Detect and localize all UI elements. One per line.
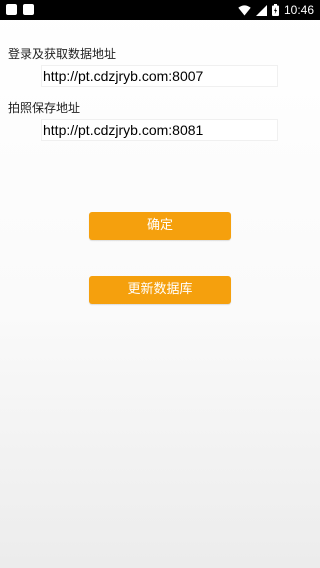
app-notification-icon bbox=[6, 4, 17, 15]
status-time: 10:46 bbox=[283, 3, 314, 17]
login-address-input[interactable] bbox=[42, 66, 277, 86]
login-address-label: 登录及获取数据地址 bbox=[8, 47, 117, 61]
wifi-icon bbox=[238, 4, 251, 16]
status-indicators: 10:46 bbox=[238, 2, 314, 18]
app-notification-icon bbox=[23, 4, 34, 15]
cellular-signal-icon bbox=[255, 4, 267, 16]
photo-save-address-label: 拍照保存地址 bbox=[8, 101, 81, 115]
status-bar: 10:46 bbox=[0, 0, 320, 20]
confirm-button[interactable]: 确定 bbox=[89, 212, 231, 240]
photo-save-address-input[interactable] bbox=[42, 120, 277, 140]
status-notifications bbox=[6, 4, 34, 15]
battery-icon bbox=[271, 4, 279, 16]
update-database-button[interactable]: 更新数据库 bbox=[89, 276, 231, 304]
